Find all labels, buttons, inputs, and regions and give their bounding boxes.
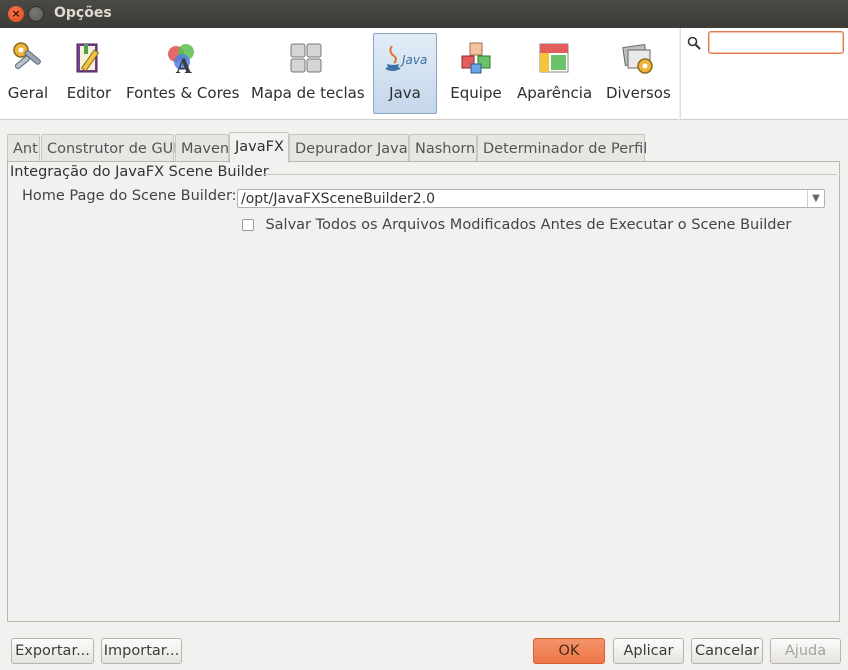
java-tabs: Ant Construtor de GUI Maven JavaFX Depur… bbox=[7, 132, 841, 163]
tab-construtor-gui[interactable]: Construtor de GUI bbox=[41, 134, 178, 162]
search-input[interactable] bbox=[708, 31, 844, 54]
cancel-button[interactable]: Cancelar bbox=[691, 638, 763, 664]
chevron-down-icon[interactable]: ▼ bbox=[807, 190, 824, 207]
save-all-label[interactable]: Salvar Todos os Arquivos Modificados Ant… bbox=[265, 217, 791, 233]
javafx-settings-panel: Integração do JavaFX Scene Builder Home … bbox=[7, 161, 840, 622]
wrench-gear-icon bbox=[13, 42, 41, 70]
save-all-checkbox[interactable] bbox=[242, 219, 254, 231]
search-icon bbox=[687, 36, 701, 50]
title-bar: × Opções bbox=[0, 0, 848, 28]
category-java[interactable]: Java Java bbox=[373, 33, 437, 114]
keyboard-keys-icon bbox=[290, 43, 322, 73]
group-title: Integração do JavaFX Scene Builder bbox=[10, 164, 269, 180]
team-cubes-icon bbox=[461, 42, 491, 74]
home-page-value[interactable]: /opt/JavaFXSceneBuilder2.0 bbox=[241, 191, 435, 207]
home-page-combobox[interactable]: /opt/JavaFXSceneBuilder2.0 ▼ bbox=[237, 189, 825, 208]
category-toolbar: Geral Editor A Fontes & Cores Mapa de te… bbox=[0, 28, 679, 120]
tab-maven[interactable]: Maven bbox=[175, 134, 229, 162]
font-colors-icon: A bbox=[167, 44, 194, 78]
search-area bbox=[680, 28, 848, 120]
category-equipe[interactable]: Equipe bbox=[449, 34, 503, 114]
close-window-button[interactable]: × bbox=[8, 6, 24, 22]
svg-text:A: A bbox=[175, 54, 192, 76]
java-icon: Java bbox=[385, 45, 427, 71]
import-button[interactable]: Importar... bbox=[101, 638, 182, 664]
category-mapa-teclas[interactable]: Mapa de teclas bbox=[251, 34, 365, 114]
tab-determinador-perfil[interactable]: Determinador de Perfil bbox=[477, 134, 647, 162]
group-divider bbox=[258, 174, 837, 175]
notebook-pencil-icon bbox=[76, 43, 100, 73]
save-all-option[interactable]: Salvar Todos os Arquivos Modificados Ant… bbox=[242, 217, 791, 235]
appearance-layout-icon bbox=[539, 43, 569, 73]
category-fontes-cores[interactable]: A Fontes & Cores bbox=[126, 34, 239, 114]
export-button[interactable]: Exportar... bbox=[11, 638, 94, 664]
misc-photos-gear-icon bbox=[622, 43, 653, 74]
tab-ant[interactable]: Ant bbox=[7, 134, 40, 162]
window-title: Opções bbox=[54, 5, 112, 21]
maximize-window-button[interactable] bbox=[28, 6, 44, 22]
home-page-label: Home Page do Scene Builder: bbox=[22, 188, 237, 204]
apply-button[interactable]: Aplicar bbox=[613, 638, 684, 664]
tab-depurador-java[interactable]: Depurador Java bbox=[289, 134, 409, 162]
svg-text:Java: Java bbox=[400, 53, 427, 67]
ok-button[interactable]: OK bbox=[533, 638, 605, 664]
category-geral[interactable]: Geral bbox=[6, 34, 50, 114]
category-diversos[interactable]: Diversos bbox=[606, 34, 671, 114]
tab-nashorn[interactable]: Nashorn bbox=[409, 134, 477, 162]
tab-javafx[interactable]: JavaFX bbox=[229, 132, 289, 163]
help-button[interactable]: Ajuda bbox=[770, 638, 841, 664]
category-editor[interactable]: Editor bbox=[63, 34, 115, 114]
category-aparencia[interactable]: Aparência bbox=[517, 34, 592, 114]
